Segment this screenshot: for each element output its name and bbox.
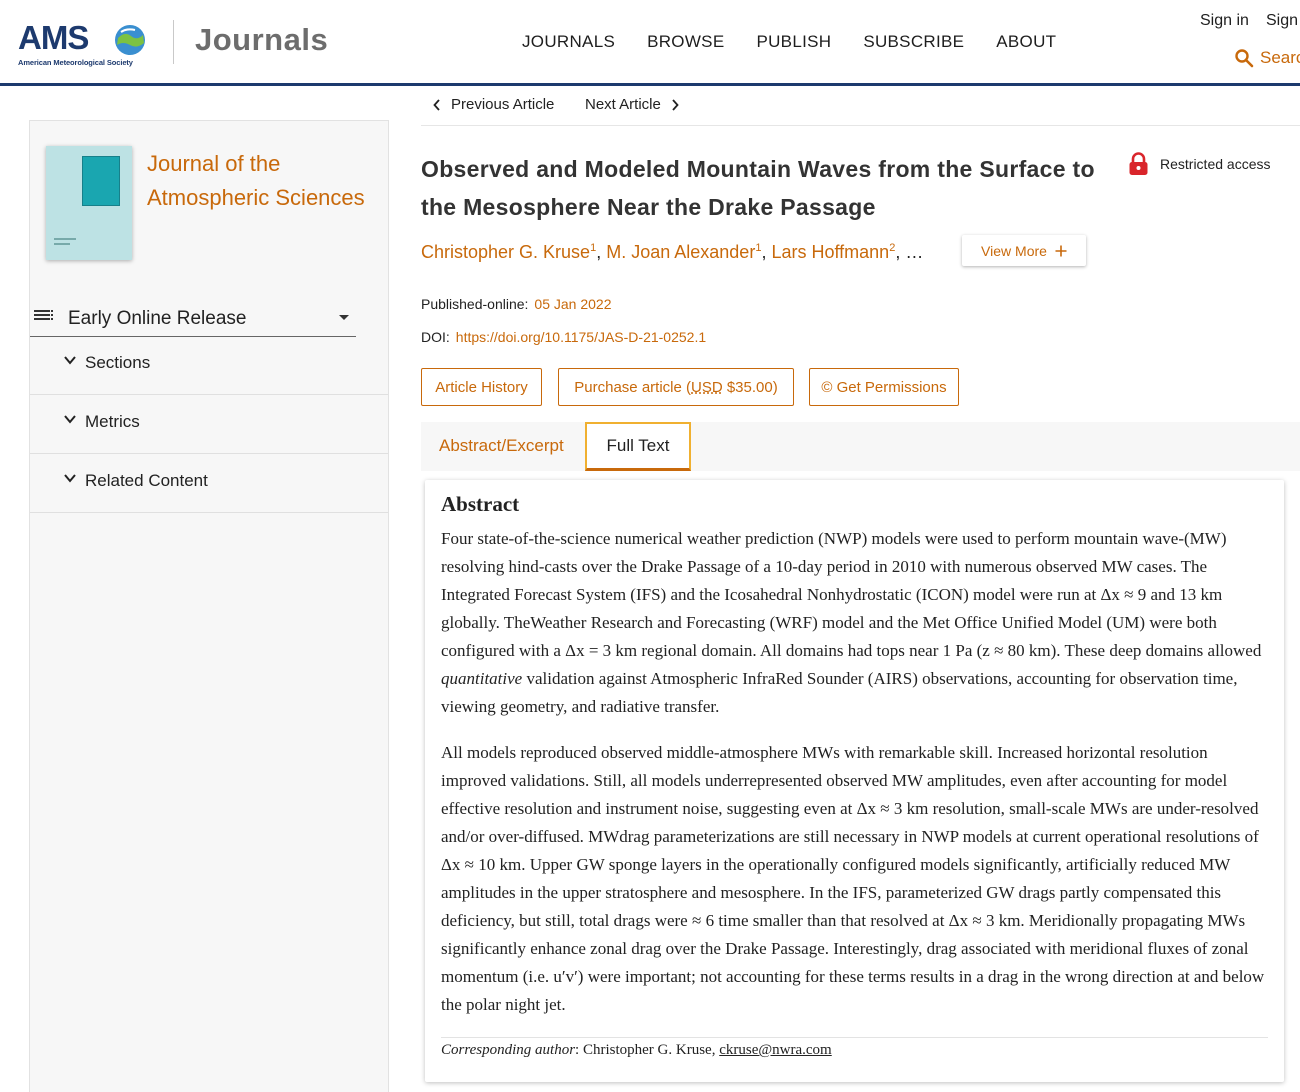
- access-status-label: Restricted access: [1160, 156, 1271, 172]
- article-history-button[interactable]: Article History: [421, 368, 542, 406]
- abstract-paragraph-1-part-b: validation against Atmospheric InfraRed …: [441, 669, 1238, 716]
- corresponding-author-email[interactable]: ckruse@nwra.com: [719, 1042, 832, 1058]
- author-link[interactable]: M. Joan Alexander: [606, 242, 755, 262]
- abstract-paragraph-1-emphasis: quantitative: [441, 669, 523, 688]
- chevron-down-icon: [64, 415, 76, 424]
- nav-browse[interactable]: BROWSE: [647, 32, 724, 52]
- abstract-paragraph-1: Four state-of-the-science numerical weat…: [441, 525, 1271, 721]
- logo-text: AMS: [18, 19, 89, 56]
- search-label: Searc: [1260, 48, 1300, 67]
- doi-row: DOI: https://doi.org/10.1175/JAS-D-21-025…: [421, 329, 706, 345]
- tab-full-text[interactable]: Full Text: [585, 422, 691, 471]
- chevron-right-icon: [672, 98, 679, 111]
- next-article-label: Next Article: [585, 96, 661, 113]
- logo-subtitle: American Meteorological Society: [18, 58, 133, 67]
- cover-inner: [82, 156, 120, 206]
- main-nav: JOURNALS BROWSE PUBLISH SUBSCRIBE ABOUT: [522, 32, 1056, 52]
- nav-journals[interactable]: JOURNALS: [522, 32, 615, 52]
- search-icon: [1235, 49, 1254, 68]
- nav-subscribe[interactable]: SUBSCRIBE: [863, 32, 964, 52]
- journal-cover-image[interactable]: [46, 146, 132, 260]
- author-link[interactable]: Lars Hoffmann: [771, 242, 889, 262]
- ams-logo[interactable]: AMS American Meteorological Society: [18, 18, 158, 70]
- get-permissions-label: © Get Permissions: [821, 378, 947, 396]
- site-header: AMS American Meteorological Society Jour…: [0, 0, 1300, 86]
- corresponding-author-label: Corresponding author: [441, 1042, 576, 1058]
- previous-article-label: Previous Article: [451, 96, 555, 113]
- author-list: Christopher G. Kruse1, M. Joan Alexander…: [421, 242, 924, 262]
- nav-about[interactable]: ABOUT: [996, 32, 1056, 52]
- sidebar-metrics-label: Metrics: [85, 412, 140, 431]
- sidebar-related-label: Related Content: [85, 471, 208, 490]
- sidebar-related-toggle[interactable]: Related Content: [30, 454, 388, 513]
- abstract-card: Abstract Four state-of-the-science numer…: [425, 480, 1284, 1082]
- sidebar-sections-toggle[interactable]: Sections: [30, 336, 388, 395]
- globe-icon: [115, 25, 145, 55]
- tab-abstract-excerpt[interactable]: Abstract/Excerpt: [439, 436, 564, 456]
- plus-icon: [1055, 245, 1067, 256]
- view-more-label: View More: [981, 242, 1047, 259]
- published-date: 05 Jan 2022: [534, 296, 612, 312]
- issue-select-label: Early Online Release: [68, 308, 247, 329]
- caret-down-icon: [339, 315, 349, 320]
- purchase-currency: USD: [691, 378, 723, 396]
- lock-icon: [1129, 152, 1148, 175]
- purchase-article-button[interactable]: Purchase article (USD $35.00): [558, 368, 794, 406]
- article-navigation: Previous Article Next Article: [421, 92, 1300, 126]
- issue-select[interactable]: Early Online Release: [30, 303, 356, 337]
- purchase-prefix: Purchase article (: [574, 378, 691, 396]
- sign-up-link[interactable]: Sign: [1266, 12, 1298, 30]
- authors-ellipsis: …: [905, 242, 924, 262]
- abstract-paragraph-2: All models reproduced observed middle-at…: [441, 743, 1265, 1014]
- published-online-row: Published-online: 05 Jan 2022: [421, 296, 611, 312]
- author-link[interactable]: Christopher G. Kruse: [421, 242, 590, 262]
- abstract-heading: Abstract: [441, 492, 520, 516]
- view-more-authors-button[interactable]: View More: [962, 235, 1086, 266]
- nav-publish[interactable]: PUBLISH: [756, 32, 831, 52]
- abstract-paragraph-1-part-a: Four state-of-the-science numerical weat…: [441, 529, 1262, 660]
- published-label: Published-online:: [421, 296, 529, 312]
- chevron-down-icon: [64, 474, 76, 483]
- list-icon: [34, 310, 53, 320]
- abstract-divider: [441, 1037, 1268, 1038]
- sign-in-link[interactable]: Sign in: [1200, 12, 1249, 30]
- cover-line: [54, 243, 70, 245]
- purchase-suffix: $35.00): [722, 378, 778, 396]
- doi-link[interactable]: https://doi.org/10.1175/JAS-D-21-0252.1: [456, 329, 706, 345]
- get-permissions-button[interactable]: © Get Permissions: [809, 368, 959, 406]
- chevron-down-icon: [64, 356, 76, 365]
- article-title: Observed and Modeled Mountain Waves from…: [421, 156, 1095, 220]
- corresponding-author: Corresponding author: Christopher G. Kru…: [441, 1042, 832, 1059]
- brand-journals[interactable]: Journals: [195, 22, 328, 58]
- sidebar: Journal of the Atmospheric Sciences Earl…: [29, 120, 389, 1092]
- doi-label: DOI:: [421, 329, 450, 345]
- next-article-link[interactable]: Next Article: [585, 96, 679, 113]
- logo-divider: [173, 20, 174, 64]
- article-history-label: Article History: [435, 378, 528, 396]
- corresponding-author-name: : Christopher G. Kruse,: [575, 1042, 720, 1058]
- search-button[interactable]: Searc: [1234, 48, 1300, 68]
- sidebar-sections-label: Sections: [85, 353, 151, 372]
- chevron-left-icon: [433, 98, 440, 111]
- access-status: Restricted access: [1128, 152, 1270, 176]
- journal-name-link[interactable]: Journal of the Atmospheric Sciences: [147, 147, 382, 215]
- cover-line: [54, 238, 76, 240]
- content-tabs: Abstract/Excerpt Full Text: [421, 422, 1300, 471]
- previous-article-link[interactable]: Previous Article: [433, 96, 554, 113]
- sidebar-metrics-toggle[interactable]: Metrics: [30, 395, 388, 454]
